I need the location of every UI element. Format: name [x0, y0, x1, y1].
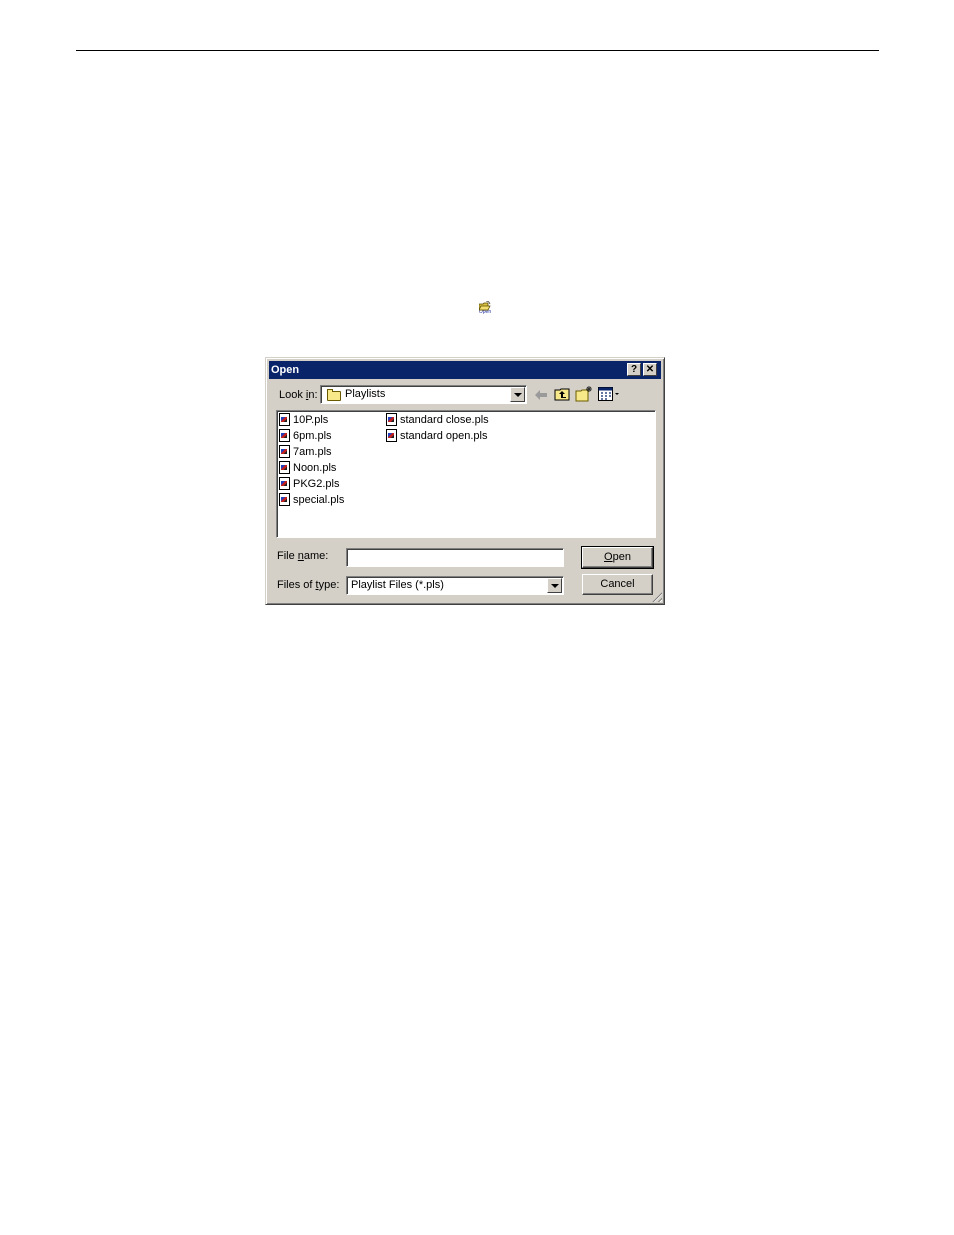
new-folder-button[interactable] — [575, 385, 593, 402]
file-list-item[interactable]: Noon.pls — [279, 460, 336, 476]
playlist-file-icon — [279, 444, 290, 458]
file-list-item[interactable]: 6pm.pls — [279, 428, 332, 444]
file-name-text: Noon.pls — [293, 462, 337, 474]
file-list-item[interactable]: special.pls — [279, 492, 344, 508]
file-name-label: File name: — [277, 550, 329, 562]
file-list-item[interactable]: standard close.pls — [386, 412, 489, 428]
playlist-file-icon — [386, 412, 397, 426]
up-one-level-button[interactable] — [554, 386, 570, 402]
file-name-text: special.pls — [293, 494, 345, 506]
chevron-down-icon[interactable] — [547, 578, 562, 593]
file-name-text: standard open.pls — [400, 430, 488, 442]
open-dialog: Open ? ✕ Look in: Playlists 10P.pls 6pm.… — [265, 357, 665, 605]
file-list-item[interactable]: 7am.pls — [279, 444, 332, 460]
help-button[interactable]: ? — [627, 363, 641, 376]
cancel-button[interactable]: Cancel — [582, 574, 653, 595]
create-new-folder-icon — [575, 386, 592, 402]
open-toolbar-button[interactable]: Open — [474, 298, 496, 315]
files-of-type-value: Playlist Files (*.pls) — [351, 579, 444, 591]
dialog-title: Open — [271, 364, 300, 376]
file-name-input[interactable] — [346, 548, 564, 567]
back-arrow-icon — [535, 390, 547, 400]
files-of-type-label: Files of type: — [277, 579, 340, 591]
file-name-text: 10P.pls — [293, 414, 329, 426]
file-list[interactable]: 10P.pls 6pm.pls 7am.pls Noon.pls PKG2.pls spe… — [276, 410, 656, 538]
view-menu-button[interactable] — [598, 387, 622, 403]
file-name-text: PKG2.pls — [293, 478, 340, 490]
view-menu-icon — [598, 387, 619, 401]
open-button[interactable]: Open — [581, 546, 654, 569]
page-header-rule — [76, 50, 879, 51]
up-one-level-icon — [554, 388, 570, 401]
file-list-item[interactable]: 10P.pls — [279, 412, 328, 428]
playlist-file-icon — [279, 428, 290, 442]
file-name-text: 6pm.pls — [293, 430, 332, 442]
chevron-down-icon[interactable] — [510, 387, 525, 402]
playlist-file-icon — [386, 428, 397, 442]
close-icon: ✕ — [645, 364, 655, 375]
playlist-file-icon — [279, 460, 290, 474]
look-in-value: Playlists — [345, 388, 386, 400]
folder-icon — [327, 389, 341, 401]
back-button[interactable] — [533, 387, 549, 403]
file-list-item[interactable]: standard open.pls — [386, 428, 487, 444]
playlist-file-icon — [279, 476, 290, 490]
playlist-file-icon — [279, 412, 290, 426]
open-folder-icon — [478, 298, 491, 311]
look-in-dropdown[interactable]: Playlists — [320, 385, 527, 404]
file-name-text: standard close.pls — [400, 414, 489, 426]
files-of-type-dropdown[interactable]: Playlist Files (*.pls) — [346, 576, 564, 595]
file-list-item[interactable]: PKG2.pls — [279, 476, 339, 492]
look-in-label: Look in: — [279, 389, 318, 401]
file-name-text: 7am.pls — [293, 446, 332, 458]
close-button[interactable]: ✕ — [643, 363, 657, 376]
playlist-file-icon — [279, 492, 290, 506]
dialog-titlebar[interactable]: Open ? ✕ — [269, 361, 661, 379]
